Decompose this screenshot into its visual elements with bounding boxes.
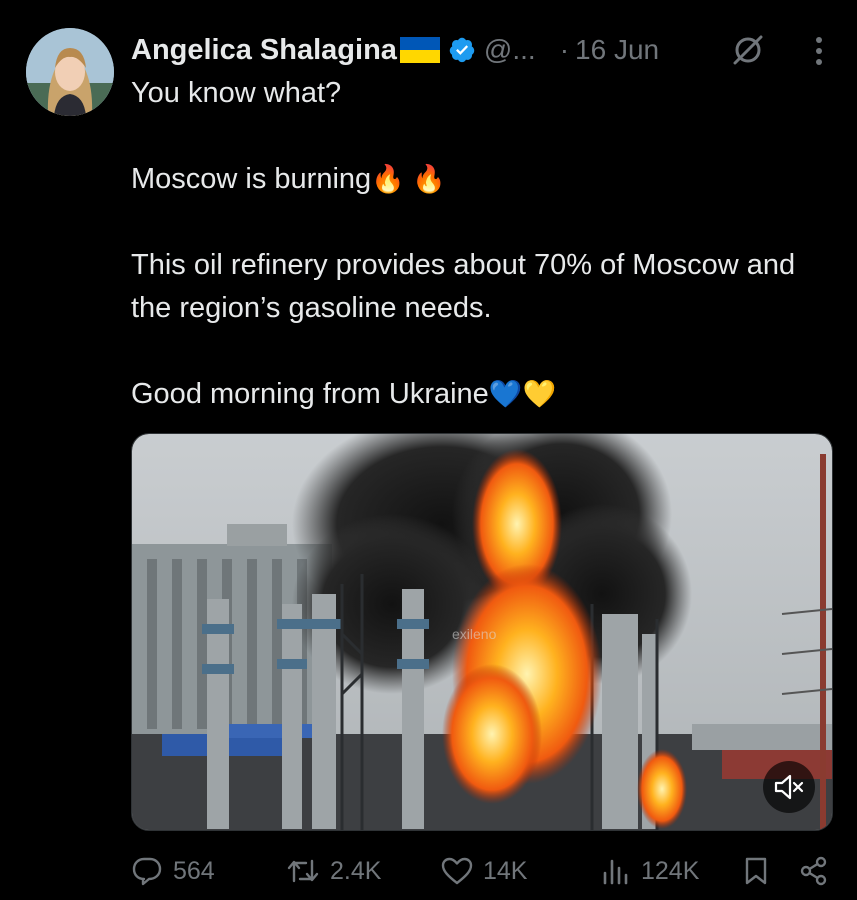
tweet-date[interactable]: 16 Jun	[575, 34, 659, 66]
more-icon[interactable]	[815, 36, 823, 66]
tweet-text: You know what? Moscow is burning🔥 🔥 This…	[131, 72, 841, 416]
like-button[interactable]: 14K	[441, 846, 527, 896]
bookmark-button[interactable]	[743, 846, 779, 896]
bookmark-icon	[745, 857, 767, 885]
heart-emoji: 💙💛	[488, 379, 557, 409]
repost-icon	[287, 859, 319, 883]
separator-dot: ·	[559, 34, 570, 65]
tweet-text-span: Moscow is burning	[131, 163, 372, 195]
reply-icon	[132, 857, 162, 886]
share-icon	[800, 856, 827, 886]
fire-emoji: 🔥 🔥	[371, 164, 446, 194]
repost-button[interactable]: 2.4K	[286, 846, 381, 896]
mute-button[interactable]	[763, 761, 815, 813]
media-watermark: exileno	[452, 626, 497, 642]
reply-button[interactable]: 564	[131, 846, 215, 896]
tweet-text-line: This oil refinery provides about 70% of …	[131, 249, 796, 324]
author-handle[interactable]: @...	[484, 34, 536, 66]
tweet-text-line: Moscow is burning🔥 🔥	[131, 158, 841, 201]
ukraine-flag-icon	[399, 37, 440, 63]
grok-icon[interactable]	[731, 33, 765, 67]
verified-badge-icon[interactable]	[448, 36, 476, 64]
action-bar: 564 2.4K 14K 124K	[131, 846, 831, 896]
avatar[interactable]	[26, 28, 114, 116]
author-name[interactable]: Angelica Shalagina	[131, 34, 397, 67]
like-count: 14K	[483, 856, 528, 885]
share-button[interactable]	[799, 846, 839, 896]
views-button[interactable]: 124K	[601, 846, 699, 896]
tweet-text-span: Good morning from Ukraine	[131, 378, 489, 410]
tweet-text-line: You know what?	[131, 77, 342, 109]
reply-count: 564	[173, 856, 215, 885]
heart-icon	[441, 857, 473, 885]
mute-icon	[774, 774, 804, 800]
repost-count: 2.4K	[330, 856, 382, 885]
views-count: 124K	[641, 856, 700, 885]
views-icon	[603, 859, 628, 885]
tweet-text-line: Good morning from Ukraine💙💛	[131, 373, 841, 416]
tweet-video[interactable]: exileno	[131, 433, 833, 831]
